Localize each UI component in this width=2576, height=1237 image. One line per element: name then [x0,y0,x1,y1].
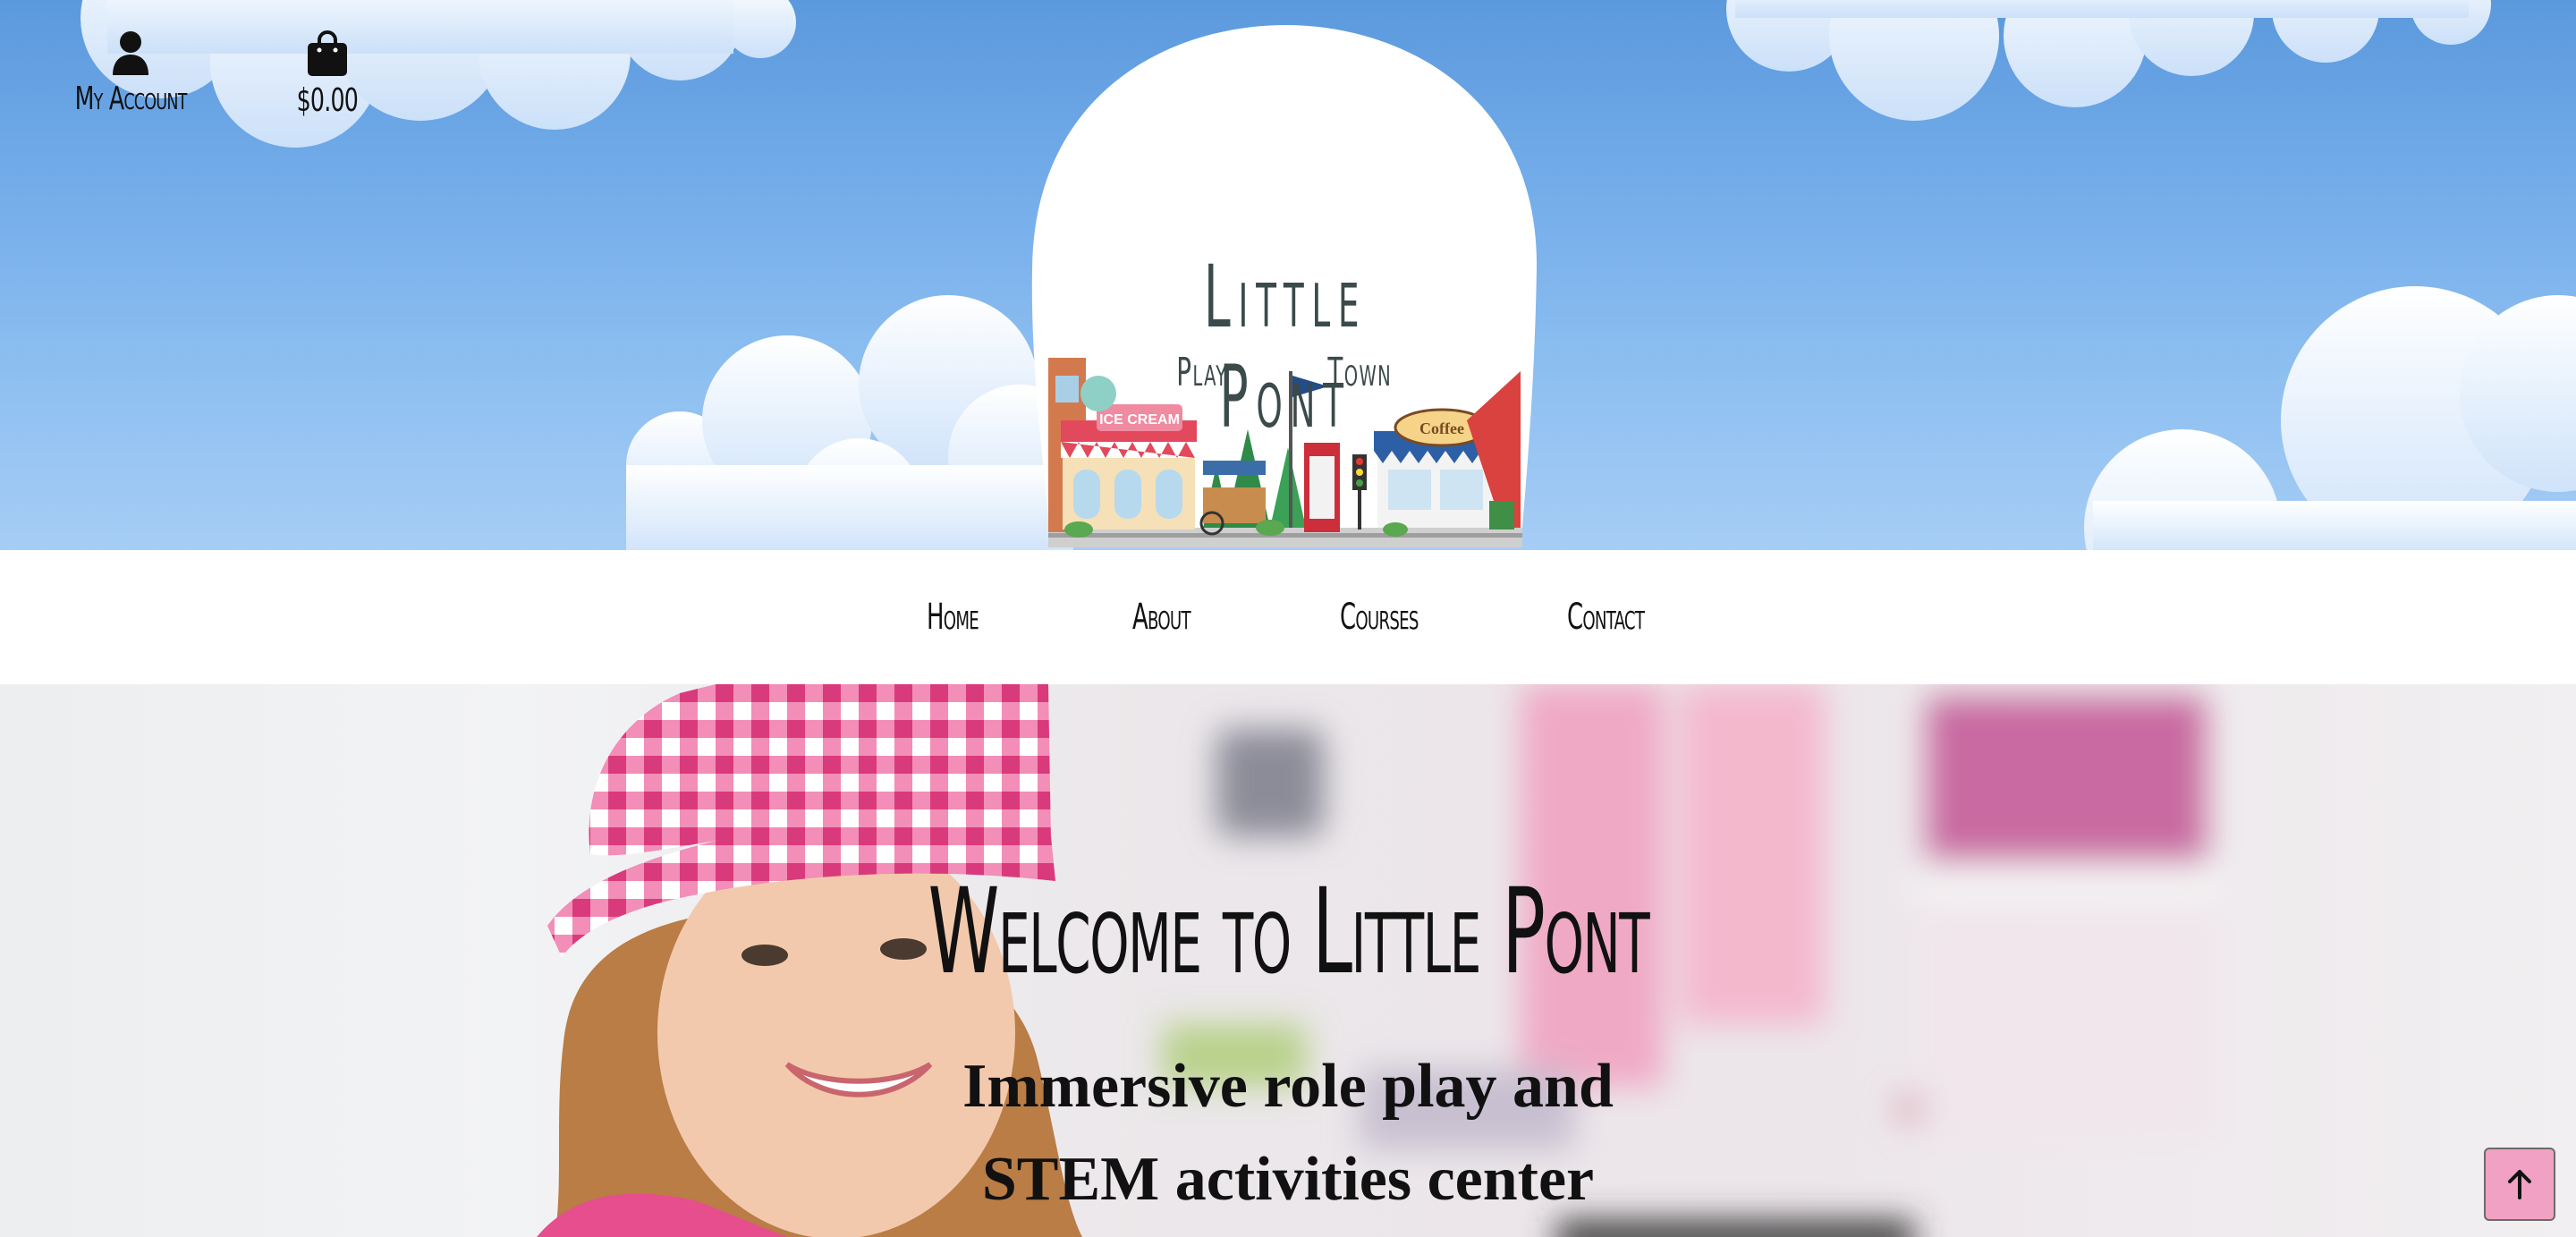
logo-title: Little Pont [1203,247,1368,447]
shopping-bag-icon [308,30,347,76]
site-header: ICE CREAM Coffee My Account $0.00 Little… [0,0,2576,550]
cart-total: $0.00 [296,82,359,119]
logo-subtitle: Play Town [1030,350,1540,395]
cart-link[interactable]: $0.00 [274,30,381,119]
nav-home[interactable]: Home [927,597,979,638]
hero-title: Welcome to Little Pont [928,863,1649,1001]
hero-subtitle-line1: Immersive role play and [962,1052,1614,1121]
hero-banner: Welcome to Little Pont Immersive role pl… [0,684,2576,1237]
back-to-top-button[interactable] [2484,1148,2555,1221]
my-account-label: My Account [74,80,188,117]
hero-subtitle-line2: STEM activities center [981,1145,1595,1214]
nav-about[interactable]: About [1132,597,1191,638]
user-icon [113,31,148,75]
logo-subtitle-play: Play [1176,350,1228,395]
nav-contact[interactable]: Contact [1567,597,1645,638]
logo-subtitle-town: Town [1327,350,1392,395]
main-nav: Home About Courses Contact [0,550,2576,684]
arrow-up-icon [2508,1170,2531,1199]
my-account-link[interactable]: My Account [59,30,202,117]
hero-subtitle: Immersive role play and STEM activities … [0,1040,2576,1226]
nav-courses[interactable]: Courses [1340,597,1419,638]
site-logo[interactable]: Little Pont Play Town [1030,23,1540,550]
